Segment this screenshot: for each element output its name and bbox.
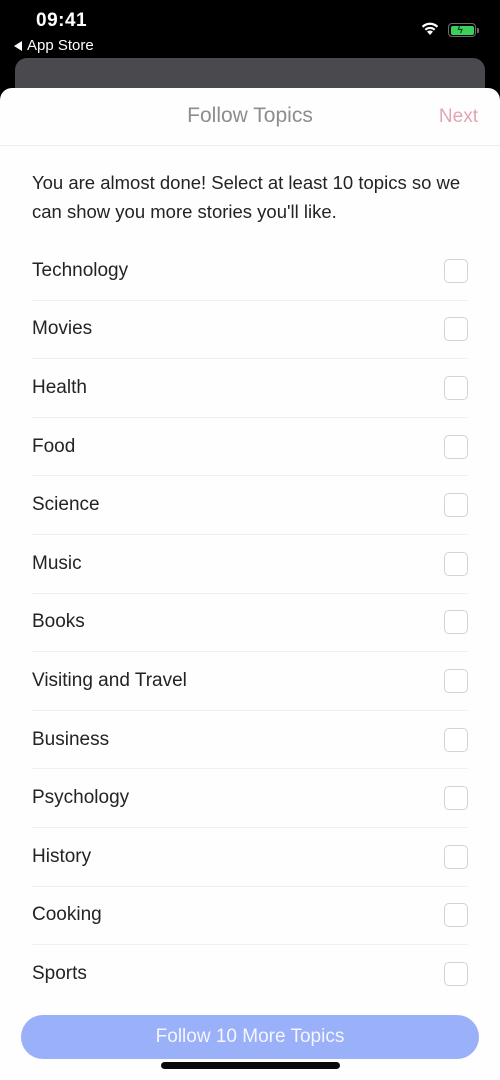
nav-bar: Follow Topics Next [0, 88, 500, 146]
topic-checkbox[interactable] [444, 317, 468, 342]
topic-checkbox[interactable] [444, 375, 468, 400]
topic-label: History [32, 845, 92, 867]
topic-checkbox[interactable] [444, 551, 468, 576]
follow-more-topics-button[interactable]: Follow 10 More Topics [21, 1015, 479, 1059]
back-triangle-icon [14, 40, 22, 51]
topic-label: Sports [32, 963, 87, 985]
topic-checkbox[interactable] [444, 844, 468, 869]
topic-checkbox[interactable] [444, 962, 468, 987]
page-title: Follow Topics [187, 104, 313, 127]
topic-label: Science [32, 494, 100, 516]
topic-checkbox[interactable] [444, 727, 468, 752]
topic-row[interactable]: Health [32, 359, 468, 418]
topic-row[interactable]: Business [32, 711, 468, 770]
topic-label: Psychology [32, 787, 130, 809]
topic-label: Visiting and Travel [32, 669, 187, 691]
topic-label: Business [32, 728, 110, 750]
status-bar: 09:41 App Store ϟ [0, 0, 500, 60]
topic-row[interactable]: Science [32, 476, 468, 535]
topic-label: Cooking [32, 904, 102, 926]
topic-row[interactable]: History [32, 828, 468, 887]
topic-label: Health [32, 376, 87, 398]
topic-checkbox[interactable] [444, 668, 468, 693]
topic-label: Books [32, 611, 85, 633]
topic-label: Music [32, 552, 82, 574]
follow-topics-sheet: Follow Topics Next You are almost done! … [0, 88, 500, 1080]
topic-row[interactable]: Sports [32, 945, 468, 1004]
topic-row[interactable]: Music [32, 535, 468, 594]
topic-row[interactable]: Books [32, 594, 468, 653]
topic-row[interactable]: Cooking [32, 887, 468, 946]
topic-list: Technology Movies Health Food Science Music Bo… [0, 242, 500, 1004]
topic-label: Food [32, 435, 76, 457]
back-app-label: App Store [27, 37, 94, 54]
home-indicator [161, 1062, 340, 1069]
back-to-app-store-button[interactable]: App Store [14, 37, 94, 54]
topic-row[interactable]: Technology [32, 242, 468, 301]
next-button[interactable]: Next [439, 106, 478, 128]
topic-checkbox[interactable] [444, 903, 468, 928]
intro-text: You are almost done! Select at least 10 … [32, 172, 461, 222]
topic-label: Movies [32, 318, 93, 340]
topic-checkbox[interactable] [444, 258, 468, 283]
topic-checkbox[interactable] [444, 610, 468, 635]
topic-checkbox[interactable] [444, 786, 468, 811]
status-time: 09:41 [36, 10, 88, 31]
topic-row[interactable]: Visiting and Travel [32, 652, 468, 711]
battery-charging-icon: ϟ [448, 23, 479, 37]
topic-row[interactable]: Food [32, 418, 468, 477]
topic-checkbox[interactable] [444, 434, 468, 459]
topic-checkbox[interactable] [444, 493, 468, 518]
topic-row[interactable]: Movies [32, 301, 468, 360]
topic-row[interactable]: Psychology [32, 769, 468, 828]
wifi-icon [421, 22, 439, 35]
topic-label: Technology [32, 259, 129, 281]
